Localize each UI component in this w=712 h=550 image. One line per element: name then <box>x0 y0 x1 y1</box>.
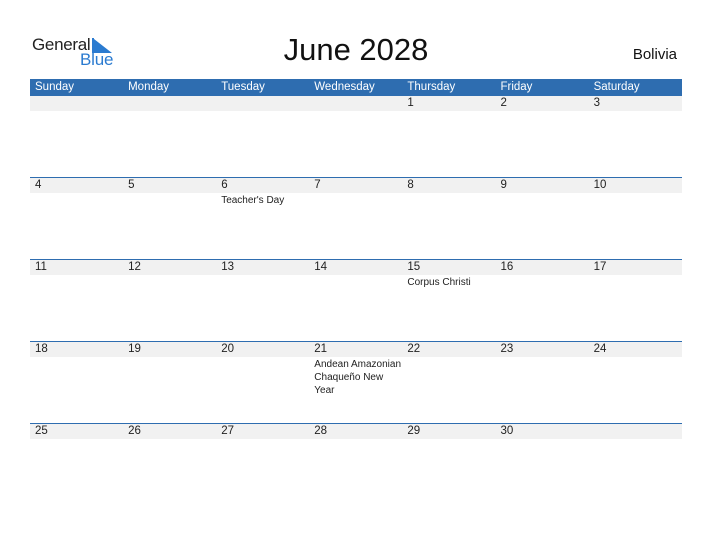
holiday-label <box>589 357 682 397</box>
holiday-label <box>589 193 682 207</box>
day-number: 14 <box>314 261 328 273</box>
holiday-label <box>495 111 588 112</box>
day-number-bar: 25 26 27 28 29 30 <box>30 424 682 439</box>
weekday-monday: Monday <box>128 81 170 93</box>
holiday-label <box>495 193 588 207</box>
holiday-label <box>123 357 216 397</box>
day-number: 25 <box>35 425 48 437</box>
day-number: 6 <box>221 179 228 191</box>
holiday-label <box>216 357 309 397</box>
holiday-label <box>402 193 495 207</box>
day-number: 11 <box>35 261 47 273</box>
holiday-label <box>123 193 216 207</box>
holiday-label <box>309 439 402 440</box>
day-number: 12 <box>128 261 141 273</box>
day-number <box>30 96 123 111</box>
weekday-sunday: Sunday <box>35 81 75 93</box>
calendar-grid: Sunday Monday Tuesday Wednesday Thursday… <box>30 79 682 505</box>
day-number: 2 <box>500 97 507 109</box>
weekday-friday: Friday <box>500 81 533 93</box>
weekday-header: Sunday Monday Tuesday Wednesday Thursday… <box>30 79 682 96</box>
holiday-label: Teacher's Day <box>221 195 285 206</box>
day-number: 17 <box>593 261 607 273</box>
weekday-tuesday: Tuesday <box>221 81 265 93</box>
holiday-label <box>30 193 123 207</box>
events-row: Andean Amazonian Chaqueño New Year <box>30 357 682 397</box>
day-number: 26 <box>128 425 141 437</box>
day-number-bar: 11 12 13 14 15 16 17 <box>30 260 682 275</box>
day-number: 21 <box>314 343 328 355</box>
holiday-label <box>30 111 123 112</box>
day-number: 23 <box>500 343 514 355</box>
holiday-label <box>402 357 495 397</box>
week-row: 18 19 20 21 22 23 24 Andean Amazonian Chaqueño … <box>30 341 682 423</box>
events-row: Teacher's Day <box>30 193 682 207</box>
holiday-label <box>589 275 682 289</box>
day-number: 1 <box>407 97 414 109</box>
holiday-label <box>123 439 216 440</box>
week-row: 4 5 6 7 8 9 10 Teacher's Day <box>30 177 682 259</box>
country-label: Bolivia <box>632 46 677 63</box>
day-number <box>123 96 216 111</box>
holiday-label <box>589 439 682 440</box>
day-number: 4 <box>35 179 42 191</box>
events-row <box>30 111 682 112</box>
holiday-label <box>495 275 588 289</box>
week-row: 25 26 27 28 29 30 <box>30 423 682 505</box>
holiday-label <box>30 275 123 289</box>
holiday-label <box>216 111 309 112</box>
day-number: 20 <box>221 343 234 355</box>
holiday-label <box>216 439 309 440</box>
day-number: 19 <box>128 343 141 355</box>
day-number: 16 <box>500 261 514 273</box>
week-row: 11 12 13 14 15 16 17 Corpus Christi <box>30 259 682 341</box>
holiday-label <box>123 275 216 289</box>
holiday-label <box>216 275 309 289</box>
weekday-saturday: Saturday <box>593 81 640 93</box>
week-row: 1 2 3 <box>30 96 682 177</box>
day-number: 3 <box>593 97 600 109</box>
holiday-label: Corpus Christi <box>407 277 471 288</box>
day-number: 9 <box>500 179 507 191</box>
day-number: 29 <box>407 425 421 437</box>
holiday-label <box>30 357 123 397</box>
holiday-label <box>123 111 216 112</box>
holiday-label <box>309 275 402 289</box>
holiday-label <box>402 111 495 112</box>
holiday-label <box>309 111 402 112</box>
day-number-bar: 4 5 6 7 8 9 10 <box>30 178 682 193</box>
day-number: 15 <box>407 261 421 273</box>
day-number-bar: 18 19 20 21 22 23 24 <box>30 342 682 357</box>
day-number: 30 <box>500 425 514 437</box>
holiday-label <box>495 357 588 397</box>
events-row: Corpus Christi <box>30 275 682 289</box>
day-number: 18 <box>35 343 48 355</box>
holiday-label: Andean Amazonian Chaqueño New Year <box>314 359 402 396</box>
day-number <box>216 96 309 111</box>
day-number: 10 <box>593 179 607 191</box>
day-number: 27 <box>221 425 234 437</box>
day-number: 22 <box>407 343 421 355</box>
day-number <box>589 424 682 439</box>
holiday-label <box>30 439 123 440</box>
day-number: 28 <box>314 425 328 437</box>
calendar-title: June 2028 <box>283 32 429 67</box>
day-number: 13 <box>221 261 234 273</box>
day-number-bar: 1 2 3 <box>30 96 682 111</box>
events-row <box>30 439 682 440</box>
weekday-thursday: Thursday <box>407 81 456 93</box>
holiday-label <box>402 439 495 440</box>
holiday-label <box>309 193 402 207</box>
day-number: 7 <box>314 179 321 191</box>
holiday-label <box>589 111 682 112</box>
day-number: 8 <box>407 179 414 191</box>
weekday-wednesday: Wednesday <box>314 81 375 93</box>
day-number: 5 <box>128 179 135 191</box>
day-number <box>309 96 402 111</box>
holiday-label <box>495 439 588 440</box>
day-number: 24 <box>593 343 607 355</box>
